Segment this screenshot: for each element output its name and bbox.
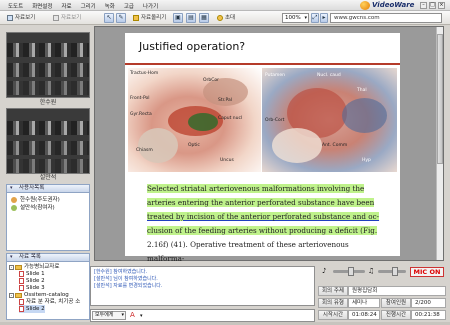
topic-value: 원평집담회 [348,286,446,296]
zoom-select[interactable]: 100% [282,13,309,23]
upload-button[interactable]: 자료올리기 [130,13,169,23]
url-input[interactable]: www.gwcns.com [330,13,442,23]
speaker-volume-knob[interactable] [348,267,354,276]
start-time-value: 01:08:24 [348,310,380,320]
collapse-icon[interactable]: - [9,264,14,270]
file-tree: - 가능병뇌교자료 Slide 1 Slide 2 Slide 3 - Ossite… [6,262,90,320]
title-bar: 도도트 화면설정 자료 그리기 녹화 고급 나가기 VideoWare – □ … [0,0,450,11]
text-line-3: treated by incision of the anterior perf… [147,212,380,221]
mic-toggle-button[interactable]: MIC ON [410,267,444,277]
user-row[interactable]: 설만석(참여자) [11,204,55,212]
brain-illustration-right: Putamen Nucl. caud Thal Orb-Cort Ant. Co… [262,68,397,172]
menu-item-2[interactable]: 화면설정 [32,2,52,10]
start-time-label: 시작시간 [318,310,348,320]
menu-item-7[interactable]: 나가기 [143,2,158,10]
video-feed-1[interactable] [6,32,90,98]
menu-item-1[interactable]: 도도트 [8,2,23,10]
slide-page[interactable]: Justified operation? Tractus-Hom OrbCor … [125,33,400,263]
type-value: 세미나 [348,298,380,308]
folder-icon [15,264,22,270]
fit-icon[interactable]: ⤢ [311,13,319,23]
type-label: 회의 유형 [318,298,348,308]
document-icon [53,15,59,21]
chat-log: [한수원] 참여하였습니다. [설만석] 님이 참여하였습니다. [설만석] 자… [90,266,315,306]
presenter-icon [11,197,17,203]
slide-viewer: Justified operation? Tractus-Hom OrbCor … [94,26,444,263]
invite-button[interactable]: 초대 [214,13,238,23]
slide-text: Selected striatal arteriovenous malforma… [147,182,387,263]
maximize-button[interactable]: □ [429,2,436,9]
video-caption-1: 한수원 [39,99,57,106]
text-line-1: Selected striatal arteriovenous malforma… [147,184,365,193]
view-doc-button[interactable]: 자료보기 [4,13,38,23]
elapsed-label: 진행시간 [381,310,411,320]
menu-item-4[interactable]: 그리기 [81,2,96,10]
video-caption-2: 설만석 [39,174,57,181]
user-list: 한수원(주도권자) 설만석(참여자) [6,193,90,251]
brand-name: VideoWare [372,1,415,9]
menu-bar: 도도트 화면설정 자료 그리기 녹화 고급 나가기 [8,2,167,10]
chat-line: [한수원] 참여하였습니다. [94,269,148,275]
go-icon[interactable]: ▸ [320,13,328,23]
folder-icon[interactable]: ▦ [199,13,209,23]
participants-label: 참여인원 [381,298,411,308]
topic-label: 회의 주제 [318,286,348,296]
microphone-icon: ♫ [368,267,375,275]
text-line-2: arteries entering the anterior perforate… [147,198,375,207]
text-line-5: 2.16f) (41). Operative treatment of thes… [147,240,349,263]
scroll-thumb[interactable] [437,34,443,164]
videoware-logo-icon [360,1,370,10]
text-color-icon[interactable]: A [130,311,139,320]
menu-item-6[interactable]: 고급 [124,2,134,10]
video-feed-2[interactable] [6,108,90,174]
slide-title: Justified operation? [139,40,246,53]
invite-icon [217,15,223,21]
save-icon[interactable]: ▣ [173,13,183,23]
speaker-icon: ♪ [322,267,327,275]
upload-icon [133,15,139,21]
pen-icon[interactable]: ✎ [116,13,126,23]
menu-item-5[interactable]: 녹화 [105,2,115,10]
mic-volume-knob[interactable] [392,267,398,276]
arrow-icon[interactable]: ↖ [104,13,114,23]
brain-illustration-left: Tractus-Hom OrbCor Str.Pal Front-Pol Gyr… [128,68,261,172]
folder-icon [15,292,22,298]
elapsed-value: 00:21:38 [411,310,446,320]
minimize-button[interactable]: – [420,2,427,9]
toolbar: 자료보기 자료보기 ↖ ✎ 자료올리기 ▣ ▤ ▦ 초대 100% ⤢ ▸ ww… [0,11,450,25]
participant-icon [11,205,17,211]
user-list-header[interactable]: 사용자목록 [6,184,90,193]
collapse-icon[interactable]: - [9,292,14,298]
view-doc-button-2[interactable]: 자료보기 [50,13,84,23]
print-icon[interactable]: ▤ [186,13,196,23]
title-divider [125,63,400,65]
text-line-4: clusion of the feeding arteries without … [147,226,378,235]
recipient-select[interactable]: 모두에게 [92,311,126,320]
file-list-header[interactable]: 자료 목록 [6,253,90,262]
slide-icon [19,306,24,312]
user-row[interactable]: 한수원(주도권자) [11,196,60,204]
chat-line: [설만석] 자료를 변경되었습니다. [94,283,163,289]
color-dropdown-icon[interactable]: ▾ [140,313,143,319]
menu-item-3[interactable]: 자료 [61,2,71,10]
document-icon [7,15,13,21]
tree-slide-selected[interactable]: Slide 2 [19,305,45,313]
close-button[interactable]: × [438,2,445,9]
participants-value: 2/200 [411,298,446,308]
chat-line: [설만석] 님이 참여하였습니다. [94,276,158,282]
